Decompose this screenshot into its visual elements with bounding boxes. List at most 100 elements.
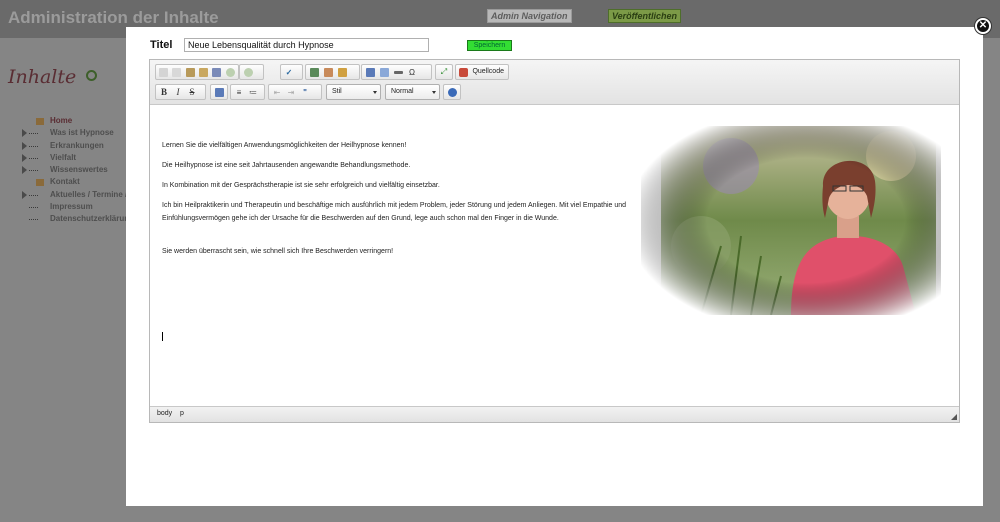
info-icon[interactable] xyxy=(445,85,459,99)
tree-item-wissenswertes[interactable]: Wissenswertes xyxy=(22,164,126,176)
tree-item-label: Kontakt xyxy=(50,177,80,187)
strike-button[interactable]: S xyxy=(185,85,199,99)
clipboard-group xyxy=(155,64,239,80)
list-group: ≡ ≔ xyxy=(230,84,265,100)
admin-title: Administration der Inhalte xyxy=(8,8,219,27)
refresh-icon[interactable] xyxy=(86,70,97,81)
indent-group: ⇤ ⇥ " xyxy=(268,84,322,100)
bold-button[interactable]: B xyxy=(157,85,171,99)
indent-icon[interactable]: ⇥ xyxy=(284,85,298,99)
source-group: Quellcode xyxy=(455,64,509,80)
tree-line xyxy=(29,170,38,172)
tree-item-impressum[interactable]: Impressum xyxy=(22,201,126,213)
title-input[interactable] xyxy=(184,38,429,52)
expand-arrow-icon[interactable] xyxy=(22,153,27,162)
unlink-icon[interactable] xyxy=(321,65,335,79)
expand-arrow-icon[interactable] xyxy=(22,129,27,138)
maximize-group: ⤢ xyxy=(435,64,453,80)
spellcheck-icon[interactable]: ✓ xyxy=(282,65,296,79)
basic-style-group: B I S xyxy=(155,84,206,100)
page-tree: Home Was ist Hypnose Erkrankungen Vielfa… xyxy=(22,115,126,226)
format-select-value: Normal xyxy=(391,88,414,95)
horizontal-rule-icon[interactable] xyxy=(391,65,405,79)
path-p[interactable]: p xyxy=(180,410,184,417)
numbered-list-icon[interactable]: ≡ xyxy=(232,85,246,99)
image-icon[interactable] xyxy=(363,65,377,79)
format-select[interactable]: Normal xyxy=(385,84,440,100)
expand-arrow-icon[interactable] xyxy=(22,190,27,199)
italic-button[interactable]: I xyxy=(171,85,185,99)
spellcheck-group: ✓ xyxy=(280,64,303,80)
copy-icon[interactable] xyxy=(170,65,183,79)
tree-item-kontakt[interactable]: Kontakt xyxy=(22,176,126,188)
paste-icon[interactable] xyxy=(184,65,197,79)
redo-group xyxy=(239,64,264,80)
tree-item-home[interactable]: Home xyxy=(22,115,126,127)
redo-icon[interactable] xyxy=(241,65,255,79)
link-icon[interactable] xyxy=(307,65,321,79)
tree-item-label: Aktuelles / Termine / A xyxy=(50,189,126,199)
style-select[interactable]: Stil xyxy=(326,84,381,100)
paragraph: Die Heilhypnose ist eine seit Jahrtausen… xyxy=(162,162,411,169)
tree-line xyxy=(29,145,38,147)
tree-line xyxy=(29,133,38,135)
outdent-icon[interactable]: ⇤ xyxy=(270,85,284,99)
chevron-down-icon xyxy=(373,91,377,94)
tree-item-label: Was ist Hypnose xyxy=(50,128,114,138)
title-label: Titel xyxy=(150,39,173,51)
portrait-image[interactable] xyxy=(641,126,941,315)
table-icon[interactable] xyxy=(377,65,391,79)
tree-item-label: Datenschutzerklärung xyxy=(50,214,126,224)
remove-format-icon[interactable] xyxy=(212,85,226,99)
tree-item-aktuelles[interactable]: Aktuelles / Termine / A xyxy=(22,189,126,201)
text-cursor xyxy=(162,332,163,341)
editor-toolbar: ✓ Ω ⤢ Quellcode B I S ≡ ≔ ⇤ ⇥ " Stil Nor… xyxy=(150,60,959,105)
paragraph: Lernen Sie die vielfältigen Anwendungsmö… xyxy=(162,142,407,149)
home-icon xyxy=(36,118,44,125)
rich-text-editor: ✓ Ω ⤢ Quellcode B I S ≡ ≔ ⇤ ⇥ " Stil Nor… xyxy=(149,59,960,423)
undo-icon[interactable] xyxy=(224,65,237,79)
editor-content[interactable]: Lernen Sie die vielfältigen Anwendungsmö… xyxy=(150,106,959,406)
link-group xyxy=(305,64,360,80)
paste-text-icon[interactable] xyxy=(197,65,210,79)
content-heading: Inhalte xyxy=(8,66,77,88)
tree-item-datenschutz[interactable]: Datenschutzerklärung xyxy=(22,213,126,225)
anchor-icon[interactable] xyxy=(335,65,349,79)
expand-arrow-icon[interactable] xyxy=(22,141,27,150)
tree-item-label: Erkrankungen xyxy=(50,140,104,150)
admin-navigation-button[interactable]: Admin Navigation xyxy=(487,9,572,23)
expand-arrow-icon[interactable] xyxy=(22,166,27,175)
paragraph: In Kombination mit der Gesprächstherapie… xyxy=(162,182,440,189)
tree-item-label: Impressum xyxy=(50,202,93,212)
blockquote-icon[interactable]: " xyxy=(298,85,312,99)
tree-item-label: Vielfalt xyxy=(50,152,77,162)
tree-item-label: Wissenswertes xyxy=(50,165,108,175)
tree-line xyxy=(29,207,38,209)
insert-group: Ω xyxy=(361,64,432,80)
style-select-value: Stil xyxy=(332,88,342,95)
chevron-down-icon xyxy=(432,91,436,94)
save-button[interactable]: Speichern xyxy=(467,40,512,51)
paste-word-icon[interactable] xyxy=(210,65,223,79)
editor-statusbar: body p xyxy=(150,406,959,422)
paragraph: Ich bin Heilpraktikerin und Therapeutin … xyxy=(162,202,627,222)
cut-icon[interactable] xyxy=(157,65,170,79)
special-char-icon[interactable]: Ω xyxy=(405,65,419,79)
tree-item-was-ist-hypnose[interactable]: Was ist Hypnose xyxy=(22,127,126,139)
tree-item-label: Home xyxy=(50,116,73,125)
close-icon[interactable]: ✕ xyxy=(975,18,991,34)
tree-line xyxy=(29,157,38,159)
bullet-list-icon[interactable]: ≔ xyxy=(246,85,260,99)
source-icon[interactable] xyxy=(457,65,469,79)
resize-handle-icon[interactable] xyxy=(951,414,957,420)
maximize-icon[interactable]: ⤢ xyxy=(437,65,451,79)
remove-format-group xyxy=(210,84,228,100)
source-button[interactable]: Quellcode xyxy=(469,65,507,79)
envelope-icon xyxy=(36,179,44,187)
tree-item-erkrankungen[interactable]: Erkrankungen xyxy=(22,140,126,152)
path-body[interactable]: body xyxy=(157,410,172,417)
tree-line xyxy=(29,194,38,196)
tree-item-vielfalt[interactable]: Vielfalt xyxy=(22,152,126,164)
publish-button[interactable]: Veröffentlichen xyxy=(608,9,682,23)
tree-line xyxy=(29,219,38,221)
